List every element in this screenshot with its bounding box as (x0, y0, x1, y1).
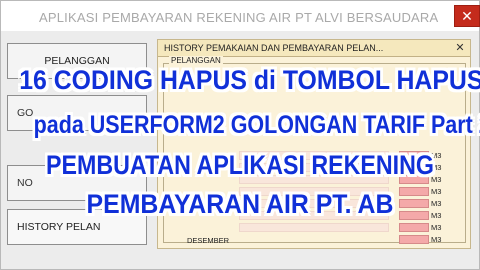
unit-label: M3 (431, 163, 442, 172)
usage-row-ghost (239, 151, 389, 160)
usage-row-ghost (239, 211, 389, 220)
unit-label: M3 (431, 211, 442, 220)
unit-label: M3 (431, 151, 442, 160)
usage-field[interactable] (399, 187, 429, 196)
usage-field[interactable] (399, 235, 429, 244)
golongan-button[interactable]: GO (7, 95, 147, 131)
unit-label: M3 (431, 175, 442, 184)
usage-row-ghost (239, 163, 389, 172)
usage-field[interactable] (399, 175, 429, 184)
usage-row-ghost (239, 175, 389, 184)
panel-title: HISTORY PEMAKAIAN DAN PEMBAYARAN PELAN..… (158, 40, 470, 57)
history-pelanggan-button[interactable]: HISTORY PELAN (7, 209, 147, 245)
usage-field[interactable] (399, 211, 429, 220)
usage-row-ghost (239, 187, 389, 196)
unit-label: M3 (431, 235, 442, 244)
usage-field[interactable] (399, 151, 429, 160)
pelanggan-button[interactable]: PELANGGAN (7, 43, 147, 79)
title-bar: APLIKASI PEMBAYARAN REKENING AIR PT ALVI… (1, 1, 480, 31)
usage-row-ghost (239, 223, 389, 232)
no-button[interactable]: NO (7, 165, 147, 201)
usage-field[interactable] (399, 199, 429, 208)
usage-field[interactable] (399, 223, 429, 232)
window-title: APLIKASI PEMBAYARAN REKENING AIR PT ALVI… (39, 10, 439, 25)
usage-field[interactable] (399, 163, 429, 172)
close-button[interactable]: ✕ (454, 5, 480, 27)
app-window: APLIKASI PEMBAYARAN REKENING AIR PT ALVI… (0, 0, 480, 270)
panel-close-icon[interactable]: ✕ (453, 41, 467, 55)
frame-label: PELANGGAN (169, 56, 223, 65)
usage-row-ghost (239, 199, 389, 208)
unit-label: M3 (431, 223, 442, 232)
unit-label: M3 (431, 187, 442, 196)
month-label-desember: DESEMBER (187, 236, 230, 245)
unit-label: M3 (431, 199, 442, 208)
